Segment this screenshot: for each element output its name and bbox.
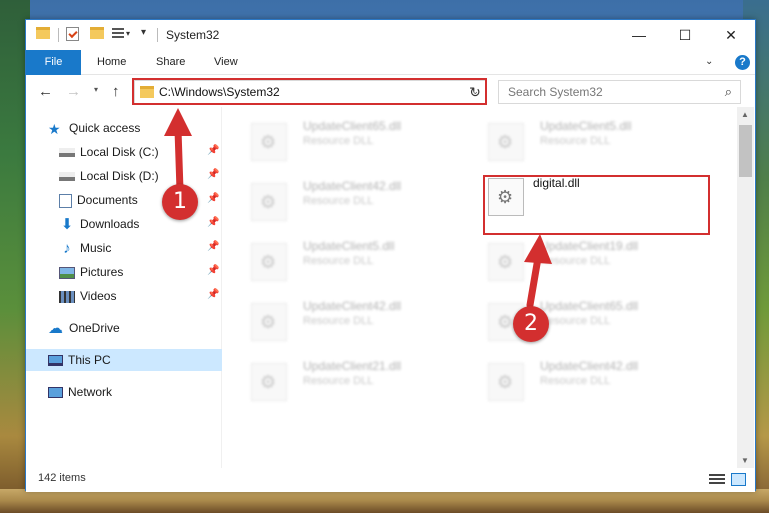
arrow-step-1 (164, 108, 192, 194)
step-1-badge: 1 (162, 184, 198, 220)
annotation-arrows (164, 108, 552, 309)
step-2-badge: 2 (513, 306, 549, 342)
arrow-step-2 (524, 234, 552, 309)
